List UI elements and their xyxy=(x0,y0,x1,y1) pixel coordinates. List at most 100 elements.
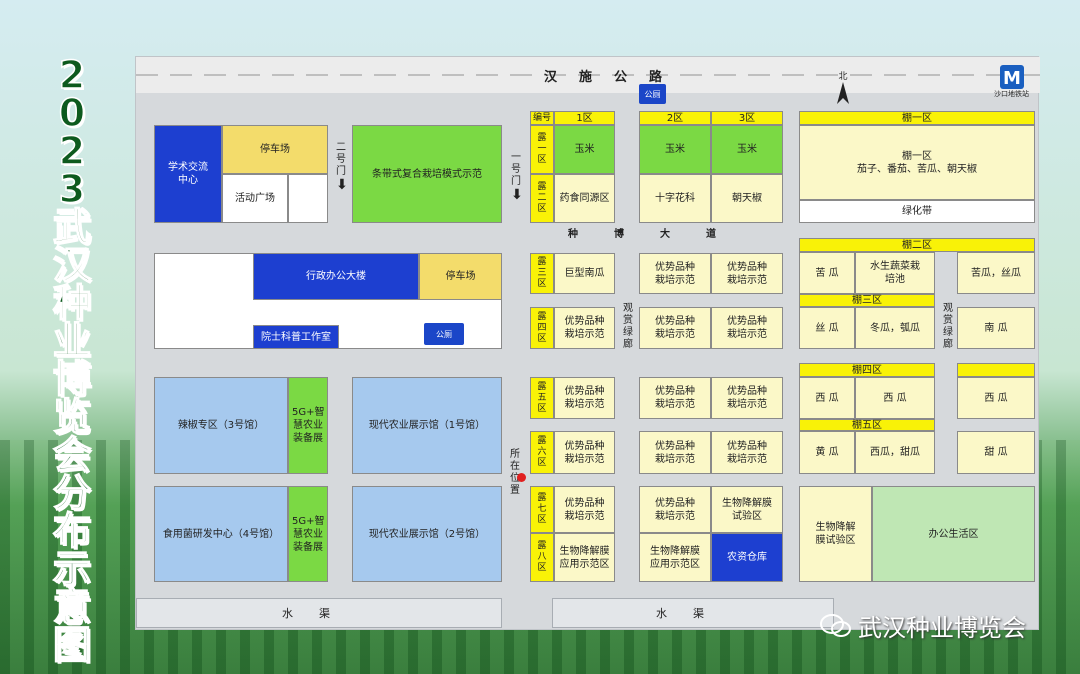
corn-zone-2[interactable]: 玉米 xyxy=(639,125,711,174)
metro-station[interactable]: M 沙口地铁站 xyxy=(994,65,1029,99)
lu-zone-5-label: 露五区 xyxy=(530,377,554,419)
canal-right: 水渠 xyxy=(552,598,834,628)
watermelon-2[interactable]: 西 瓜 xyxy=(855,377,935,419)
variety-demo-6-3[interactable]: 优势品种栽培示范 xyxy=(711,431,783,474)
pumpkin[interactable]: 南 瓜 xyxy=(957,307,1035,349)
gate-1[interactable]: 一号门 ⬇ xyxy=(509,152,525,202)
fungus-research-hall4[interactable]: 食用菌研发中心（4号馆） xyxy=(154,486,288,582)
corn-zone-3[interactable]: 玉米 xyxy=(711,125,783,174)
sweet-melon[interactable]: 甜 瓜 xyxy=(957,431,1035,474)
gate-2[interactable]: 二号门 ⬇ xyxy=(334,142,350,192)
biofilm-trial-1[interactable]: 生物降解膜试验区 xyxy=(711,486,783,533)
watermelon-3[interactable]: 西 瓜 xyxy=(957,377,1035,419)
title-char: 业 xyxy=(52,319,92,363)
map-title: 2023武汉种业博览会分布示意图 xyxy=(42,53,102,665)
medicine-food-zone[interactable]: 药食同源区 xyxy=(554,174,615,223)
table-head-zone1: 1区 xyxy=(554,111,615,125)
biofilm-demo-1[interactable]: 生物降解膜应用示范区 xyxy=(554,533,615,582)
title-char: 示 xyxy=(52,547,92,591)
variety-demo-3-2[interactable]: 优势品种栽培示范 xyxy=(639,253,711,294)
strip-cultivation-demo[interactable]: 条带式复合栽培模式示范 xyxy=(352,125,502,223)
lu-zone-3-label: 露三区 xyxy=(530,253,554,294)
title-char: 布 xyxy=(52,509,92,553)
green-belt: 绿化带 xyxy=(799,200,1035,223)
title-char: 2 xyxy=(58,53,86,97)
biofilm-demo-2[interactable]: 生物降解膜应用示范区 xyxy=(639,533,711,582)
road-name-label: 汉施公路 xyxy=(544,70,685,85)
variety-demo-4-3[interactable]: 优势品种栽培示范 xyxy=(711,307,783,349)
variety-demo-5-2[interactable]: 优势品种栽培示范 xyxy=(639,377,711,419)
modern-agri-hall-1[interactable]: 现代农业展示馆（1号馆） xyxy=(352,377,502,474)
table-head-id: 编号 xyxy=(530,111,554,125)
corn-zone-1[interactable]: 玉米 xyxy=(554,125,615,174)
variety-demo-7-1[interactable]: 优势品种栽培示范 xyxy=(554,486,615,533)
title-char: 会 xyxy=(52,433,92,477)
lu-zone-7-label: 露七区 xyxy=(530,486,554,533)
pepper-zone-hall3[interactable]: 辣椒专区（3号馆） xyxy=(154,377,288,474)
title-char: 意 xyxy=(52,585,92,629)
title-char: 2 xyxy=(58,129,86,173)
site-map: 汉施公路 公厕 北 M 沙口地铁站 学术交流中心 停车场 活动广场 二号门 ⬇ 条… xyxy=(135,56,1040,630)
aquatic-vegetable-pond[interactable]: 水生蔬菜栽培池 xyxy=(855,252,935,294)
greenhouse-1[interactable]: 棚一区 茄子、番茄、苦瓜、朝天椒 xyxy=(799,125,1035,200)
bitter-gourd[interactable]: 苦 瓜 xyxy=(799,252,855,294)
loofah[interactable]: 丝 瓜 xyxy=(799,307,855,349)
north-arrow: 北 xyxy=(836,69,850,104)
greenhouse-1-header: 棚一区 xyxy=(799,111,1035,125)
lu-zone-4-label: 露四区 xyxy=(530,307,554,349)
giant-pumpkin[interactable]: 巨型南瓜 xyxy=(554,253,615,294)
title-char: 图 xyxy=(52,623,92,667)
blank-lot xyxy=(288,174,328,223)
metro-icon: M xyxy=(999,65,1024,89)
academic-center[interactable]: 学术交流中心 xyxy=(154,125,222,223)
greenhouse-2-header: 棚二区 xyxy=(799,238,1035,252)
variety-demo-6-2[interactable]: 优势品种栽培示范 xyxy=(639,431,711,474)
lu-zone-8-label: 露八区 xyxy=(530,533,554,582)
wax-and-calabash[interactable]: 冬瓜，瓠瓜 xyxy=(855,307,935,349)
lu-zone-6-label: 露六区 xyxy=(530,431,554,474)
variety-demo-6-1[interactable]: 优势品种栽培示范 xyxy=(554,431,615,474)
bitter-and-loofah[interactable]: 苦瓜，丝瓜 xyxy=(957,252,1035,294)
cucumber[interactable]: 黄 瓜 xyxy=(799,431,855,474)
title-char: 汉 xyxy=(52,243,92,287)
seed-expo-avenue: 种博大道 xyxy=(568,229,752,240)
top-wc-icon[interactable]: 公厕 xyxy=(639,84,666,104)
arrow-down-icon: ⬇ xyxy=(336,177,348,193)
cruciferous-zone[interactable]: 十字花科 xyxy=(639,174,711,223)
lu-zone-1-label: 露一区 xyxy=(530,125,554,174)
svg-text:M: M xyxy=(1003,68,1021,89)
admin-building[interactable]: 行政办公大楼 xyxy=(253,253,419,300)
wc-icon[interactable]: 公厕 xyxy=(424,323,464,345)
table-head-zone3: 3区 xyxy=(711,111,783,125)
watermelon-1[interactable]: 西 瓜 xyxy=(799,377,855,419)
variety-demo-5-3[interactable]: 优势品种栽培示范 xyxy=(711,377,783,419)
academician-studio[interactable]: 院士科普工作室 xyxy=(253,325,339,349)
title-char: 3 xyxy=(58,167,86,211)
title-char: 0 xyxy=(58,91,86,135)
variety-demo-5-1[interactable]: 优势品种栽培示范 xyxy=(554,377,615,419)
wechat-icon xyxy=(820,613,851,637)
greenhouse-4-header-right xyxy=(957,363,1035,377)
agri-supply-warehouse[interactable]: 农资仓库 xyxy=(711,533,783,582)
watermelon-and-melon[interactable]: 西瓜，甜瓜 xyxy=(855,431,935,474)
biofilm-trial-2[interactable]: 生物降解膜试验区 xyxy=(799,486,872,582)
variety-demo-7-2[interactable]: 优势品种栽培示范 xyxy=(639,486,711,533)
smart-agri-expo-1[interactable]: 5G+智慧农业装备展 xyxy=(288,377,328,474)
variety-demo-4-2[interactable]: 优势品种栽培示范 xyxy=(639,307,711,349)
office-living-area[interactable]: 办公生活区 xyxy=(872,486,1035,582)
smart-agri-expo-2[interactable]: 5G+智慧农业装备展 xyxy=(288,486,328,582)
canal-left: 水渠 xyxy=(136,598,502,628)
north-arrow-icon xyxy=(837,82,849,104)
chili-zone[interactable]: 朝天椒 xyxy=(711,174,783,223)
activity-square[interactable]: 活动广场 xyxy=(222,174,288,223)
parking-lot-2[interactable]: 停车场 xyxy=(419,253,502,300)
parking-lot-1[interactable]: 停车场 xyxy=(222,125,328,174)
location-marker[interactable] xyxy=(517,473,526,482)
watermark: 武汉种业博览会 xyxy=(820,608,1026,643)
table-head-zone2: 2区 xyxy=(639,111,711,125)
variety-demo-4-1[interactable]: 优势品种栽培示范 xyxy=(554,307,615,349)
title-char: 博 xyxy=(52,357,92,401)
viewing-corridor-left: 观赏绿廊 xyxy=(623,303,633,350)
modern-agri-hall-2[interactable]: 现代农业展示馆（2号馆） xyxy=(352,486,502,582)
variety-demo-3-3[interactable]: 优势品种栽培示范 xyxy=(711,253,783,294)
